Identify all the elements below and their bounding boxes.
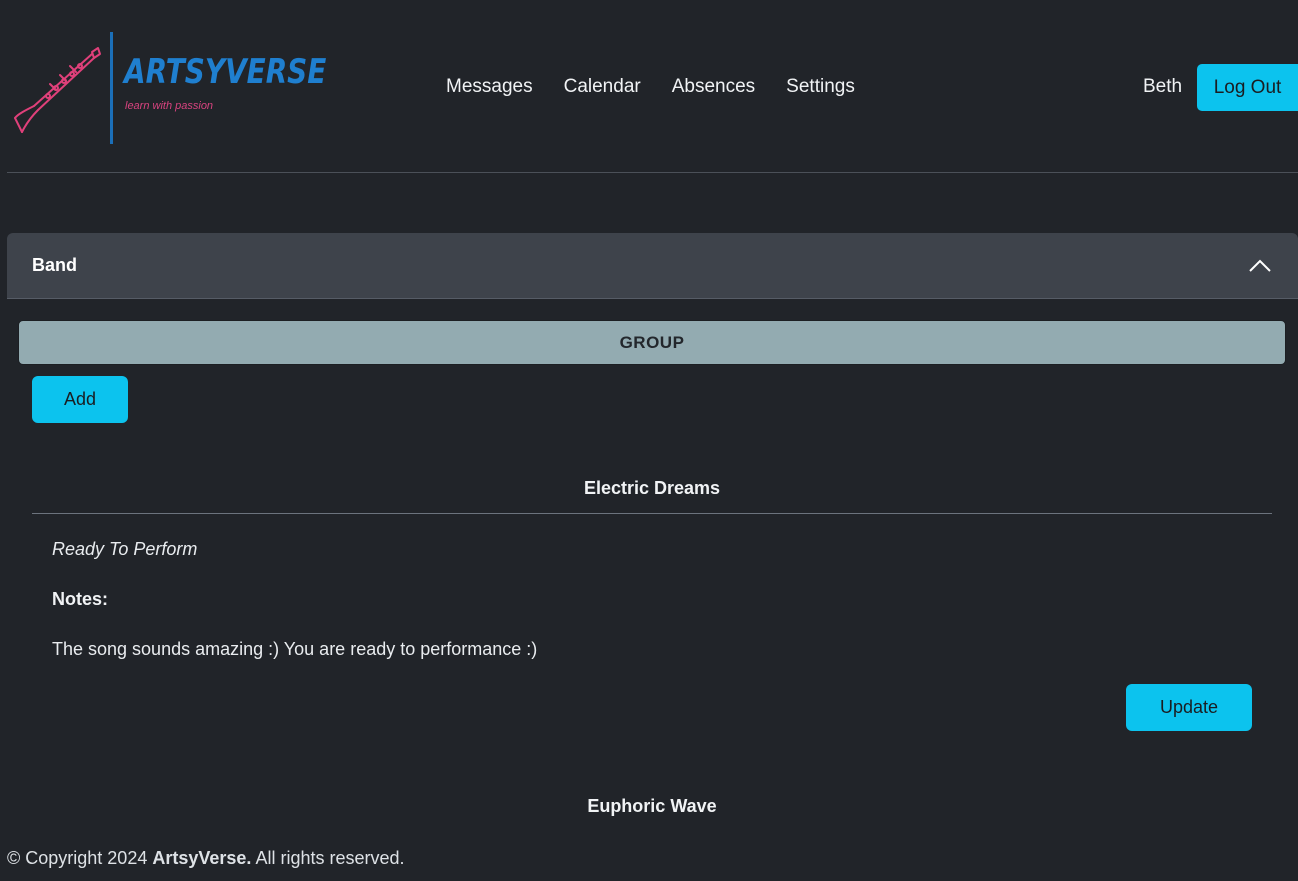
notes-text: The song sounds amazing :) You are ready… xyxy=(52,639,538,659)
group-header: GROUP xyxy=(18,320,1286,365)
main-nav: Messages Calendar Absences Settings xyxy=(446,76,855,98)
nav-settings[interactable]: Settings xyxy=(786,76,855,98)
logout-button[interactable]: Log Out xyxy=(1197,64,1298,111)
logo-divider xyxy=(110,32,113,144)
notes-label: Notes: xyxy=(52,589,109,609)
footer-prefix: © Copyright 2024 xyxy=(7,848,148,868)
add-button[interactable]: Add xyxy=(32,376,128,423)
brand-title: ARTSYVERSE xyxy=(124,52,327,92)
brand-tagline: learn with passion xyxy=(125,100,214,112)
header-divider xyxy=(7,172,1298,173)
accordion-title: Band xyxy=(32,255,77,275)
site-header: ARTSYVERSE learn with passion Messages C… xyxy=(0,0,1298,173)
song-divider xyxy=(32,513,1272,514)
brand-logo[interactable]: ARTSYVERSE learn with passion xyxy=(12,30,326,148)
footer-suffix: All rights reserved. xyxy=(255,848,405,868)
nav-calendar[interactable]: Calendar xyxy=(564,76,641,98)
song-title: Electric Dreams xyxy=(583,478,721,498)
chevron-up-icon[interactable] xyxy=(1248,255,1272,275)
nav-absences[interactable]: Absences xyxy=(672,76,755,98)
song-title-2: Euphoric Wave xyxy=(587,796,717,816)
nav-messages[interactable]: Messages xyxy=(446,76,533,98)
clarinet-icon xyxy=(14,47,101,133)
update-button[interactable]: Update xyxy=(1126,684,1252,731)
song-status: Ready To Perform xyxy=(52,539,198,559)
user-name: Beth xyxy=(1143,76,1183,97)
footer-copyright: © Copyright 2024 ArtsyVerse. All rights … xyxy=(7,848,405,869)
accordion-header-band[interactable]: Band xyxy=(7,233,1298,299)
footer-brand: ArtsyVerse. xyxy=(152,848,252,868)
